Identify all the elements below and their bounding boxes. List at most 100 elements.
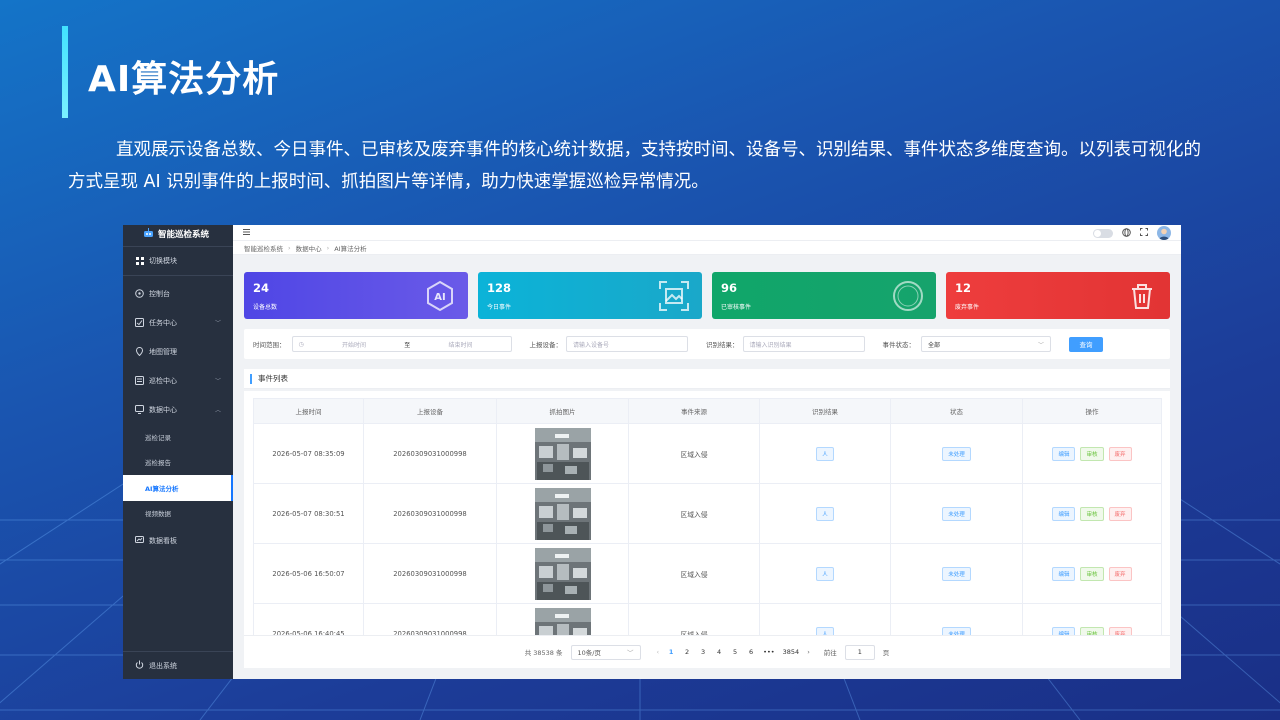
snapshot-image[interactable] <box>534 487 591 540</box>
start-time-field[interactable]: 开始时间 <box>342 340 366 349</box>
page-number[interactable]: 2 <box>683 648 691 656</box>
title-accent-bar <box>62 26 68 118</box>
status-cell: 未处理 <box>890 483 1023 544</box>
page-number[interactable]: 1 <box>667 648 675 656</box>
breadcrumb-item[interactable]: 智能巡检系统 <box>244 243 283 253</box>
result-input[interactable]: 请输入识别结果 <box>742 336 865 352</box>
status-badge: 未处理 <box>942 626 971 635</box>
submenu-item-ai-analysis[interactable]: AI算法分析 <box>123 475 233 501</box>
table-header-row: 上报时间 上报设备 抓拍图片 事件来源 识别结果 状态 操作 <box>253 398 1162 424</box>
edit-button[interactable]: 编辑 <box>1052 506 1076 521</box>
breadcrumb-item[interactable]: 数据中心 <box>296 243 322 253</box>
query-button[interactable]: 查询 <box>1069 336 1103 352</box>
switch-module-button[interactable]: 切换模块 <box>123 250 233 272</box>
submenu-item-inspection-reports[interactable]: 巡检报告 <box>123 450 233 476</box>
slide-title: AI算法分析 <box>88 59 280 100</box>
ai-icon: AI <box>427 280 453 312</box>
status-badge: 未处理 <box>942 506 971 521</box>
result-label: 识别结果： <box>706 341 739 349</box>
edit-button[interactable]: 编辑 <box>1052 626 1076 635</box>
time-range-label: 时间范围： <box>253 341 286 349</box>
event-source-cell: 区域入侵 <box>628 543 760 604</box>
snapshot-image[interactable] <box>534 427 591 480</box>
robot-icon <box>143 227 154 241</box>
discard-button[interactable]: 废弃 <box>1108 506 1132 521</box>
snapshot-image[interactable] <box>534 607 591 636</box>
chevron-up-icon: ︿ <box>214 407 221 414</box>
report-time-cell: 2026-05-06 16:40:45 <box>253 603 364 635</box>
snapshot-cell <box>496 423 629 484</box>
discard-button[interactable]: 废弃 <box>1108 566 1132 581</box>
table-row: 2026-05-07 08:35:09 20260309031000998 区域入侵… <box>253 423 1162 484</box>
prev-page-icon[interactable]: ‹ <box>657 648 660 656</box>
page-number[interactable]: 5 <box>731 648 739 656</box>
more-pages-icon[interactable]: ••• <box>763 648 775 656</box>
event-source-cell: 区域入侵 <box>628 423 760 484</box>
sidebar-item-task-center[interactable]: 任务中心 ﹀ <box>123 308 233 337</box>
result-tag: 人 <box>816 626 834 635</box>
avatar[interactable] <box>1157 226 1171 240</box>
end-time-field[interactable]: 结束时间 <box>448 340 472 349</box>
column-header: 状态 <box>890 398 1023 424</box>
submenu-item-video-data[interactable]: 视频数据 <box>123 501 233 527</box>
goto-page-input[interactable]: 1 <box>844 644 875 660</box>
switch-module-label: 切换模块 <box>149 257 177 265</box>
menu-toggle-icon[interactable] <box>243 228 250 237</box>
actions-cell: 编辑 审核 废弃 <box>1022 543 1162 604</box>
fullscreen-icon[interactable] <box>1140 228 1148 238</box>
column-header: 识别结果 <box>759 398 891 424</box>
brand-name: 智能巡检系统 <box>158 230 210 240</box>
actions-cell: 编辑 审核 废弃 <box>1022 483 1162 544</box>
review-button[interactable]: 审核 <box>1080 566 1104 581</box>
sidebar-item-label: 数据看板 <box>149 536 177 545</box>
sidebar-item-data-center[interactable]: 数据中心 ︿ <box>123 395 233 424</box>
edit-button[interactable]: 编辑 <box>1052 446 1076 461</box>
slide-description: 直观展示设备总数、今日事件、已审核及废弃事件的核心统计数据，支持按时间、设备号、… <box>68 140 1201 192</box>
page-number[interactable]: 3 <box>699 648 707 656</box>
sidebar-item-label: 任务中心 <box>149 318 177 327</box>
event-table: 上报时间 上报设备 抓拍图片 事件来源 识别结果 状态 操作 2026-05-0… <box>253 398 1162 635</box>
chevron-down-icon: ﹀ <box>627 649 634 657</box>
actions-cell: 编辑 审核 废弃 <box>1022 423 1162 484</box>
discard-button[interactable]: 废弃 <box>1108 626 1132 635</box>
trash-icon <box>1132 284 1152 309</box>
sidebar-item-label: 数据中心 <box>149 405 177 414</box>
sidebar-item-console[interactable]: 控制台 <box>123 279 233 308</box>
report-time-cell: 2026-05-07 08:35:09 <box>253 423 364 484</box>
page-size-select[interactable]: 10条/页 ﹀ <box>570 644 641 660</box>
sidebar-item-data-board[interactable]: 数据看板 <box>123 526 233 555</box>
edit-button[interactable]: 编辑 <box>1052 566 1076 581</box>
review-button[interactable]: 审核 <box>1080 506 1104 521</box>
result-tag: 人 <box>816 566 834 581</box>
clock-icon: ◷ <box>298 340 304 348</box>
breadcrumb-separator: › <box>326 243 330 252</box>
result-tag: 人 <box>816 506 834 521</box>
status-select[interactable]: 全部 ﹀ <box>921 336 1051 352</box>
review-button[interactable]: 审核 <box>1080 446 1104 461</box>
page-number[interactable]: 3854 <box>783 648 800 656</box>
globe-icon[interactable] <box>1122 227 1131 239</box>
theme-toggle[interactable] <box>1093 228 1113 238</box>
review-button[interactable]: 审核 <box>1080 626 1104 635</box>
snapshot-cell <box>496 603 629 636</box>
submenu-item-inspection-records[interactable]: 巡检记录 <box>123 424 233 450</box>
next-page-icon[interactable]: › <box>807 648 810 656</box>
device-input[interactable]: 请输入设备号 <box>566 336 688 352</box>
time-range-picker[interactable]: ◷ 开始时间 至 结束时间 <box>291 336 512 352</box>
dashboard-icon <box>135 289 144 298</box>
page-number[interactable]: 4 <box>715 648 723 656</box>
brand: 智能巡检系统 <box>123 225 233 243</box>
result-cell: 人 <box>759 603 891 635</box>
column-header: 上报时间 <box>253 398 364 424</box>
logout-button[interactable]: 退出系统 <box>123 651 233 679</box>
sidebar: 智能巡检系统 切换模块 控制台 任务中心 ﹀ 地图管理 巡检中心 ﹀ 数据中心 <box>123 225 233 679</box>
status-cell: 未处理 <box>890 543 1023 604</box>
page-number[interactable]: 6 <box>747 648 755 656</box>
breadcrumb-item: AI算法分析 <box>334 244 367 253</box>
sidebar-item-map[interactable]: 地图管理 <box>123 337 233 366</box>
logout-label: 退出系统 <box>149 661 177 670</box>
report-time-cell: 2026-05-07 08:30:51 <box>253 483 364 544</box>
snapshot-image[interactable] <box>534 547 591 600</box>
discard-button[interactable]: 废弃 <box>1108 446 1132 461</box>
sidebar-item-inspection-center[interactable]: 巡检中心 ﹀ <box>123 366 233 395</box>
